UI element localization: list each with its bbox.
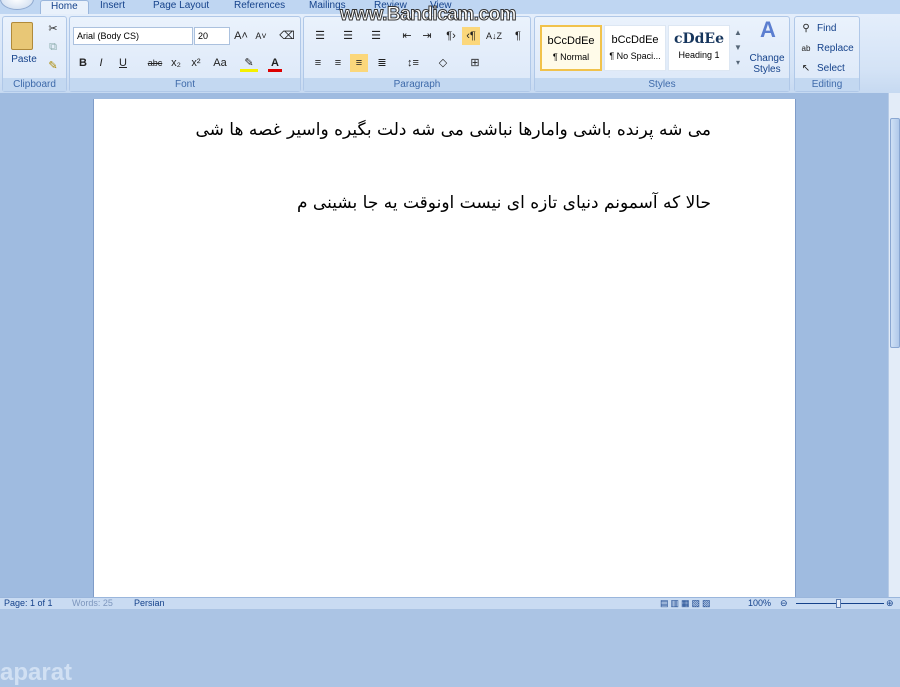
superscript-button[interactable]: x² — [188, 54, 204, 72]
paragraph-group: ☰ ☰ ☰ ⇤ ⇥ ¶› ‹¶ A↓Z ¶ ≡ ≡ ≡ ≣ ↕≡ ◇ ⊞ Par… — [303, 16, 531, 92]
clipboard-group: Paste ✂ ⧉ ✎ Clipboard — [2, 16, 67, 92]
tab-insert[interactable]: Insert — [100, 0, 125, 14]
style-preview: cDdEe — [673, 31, 725, 47]
aparat-watermark: aparat — [0, 659, 73, 686]
font-group: Arial (Body CS) 20 A˄ A˅ ⌫ B I U abc x₂ … — [69, 16, 301, 92]
cursor-icon: ↖ — [801, 63, 811, 74]
tab-page-layout[interactable]: Page Layout — [153, 0, 209, 14]
zoom-slider-thumb[interactable] — [836, 599, 841, 608]
styles-group: bCcDdEe ¶ Normal bCcDdEe ¶ No Spaci... cDd… — [534, 16, 790, 92]
justify-icon[interactable]: ≣ — [372, 54, 392, 72]
rtl-icon[interactable]: ‹¶ — [462, 27, 480, 45]
sort-button[interactable]: A↓Z — [484, 27, 504, 45]
scroll-thumb[interactable] — [890, 118, 900, 348]
replace-button[interactable]: Replace — [817, 40, 861, 58]
format-painter-icon[interactable]: ✎ — [45, 57, 61, 75]
strikethrough-button[interactable]: abc — [146, 54, 164, 72]
bandicam-watermark: www.Bandicam.com — [339, 4, 517, 26]
align-center-icon[interactable]: ≡ — [330, 54, 346, 72]
underline-button[interactable]: U — [116, 54, 130, 72]
style-preview: bCcDdEe — [547, 35, 595, 47]
language[interactable]: Persian — [134, 598, 165, 609]
decrease-indent-icon[interactable]: ⇤ — [398, 27, 416, 45]
change-styles-button[interactable]: Change Styles — [745, 53, 789, 77]
editing-group: Find Replace Select ⚲ ab ↖ Editing — [794, 16, 860, 92]
view-buttons-icon[interactable]: ▤▥▦▧▨ — [660, 598, 713, 609]
style-name: Heading 1 — [678, 50, 720, 60]
align-left-icon[interactable]: ≡ — [310, 54, 326, 72]
style-heading-1[interactable]: cDdEe Heading 1 — [668, 25, 730, 71]
borders-icon[interactable]: ⊞ — [464, 54, 486, 72]
style-normal[interactable]: bCcDdEe ¶ Normal — [540, 25, 602, 71]
grow-font-button[interactable]: A˄ — [234, 27, 248, 45]
multilevel-list-icon[interactable]: ☰ — [366, 27, 386, 45]
bullets-icon[interactable]: ☰ — [310, 27, 330, 45]
change-case-button[interactable]: Aa — [210, 54, 230, 72]
ltr-icon[interactable]: ¶› — [442, 27, 460, 45]
font-name-select[interactable]: Arial (Body CS) — [73, 27, 193, 45]
style-name: ¶ No Spaci... — [609, 51, 661, 61]
tab-references[interactable]: References — [234, 0, 285, 14]
page-count[interactable]: Page: 1 of 1 — [4, 598, 53, 609]
tab-home[interactable]: Home — [40, 0, 89, 14]
zoom-out-icon[interactable]: ⊖ — [780, 598, 788, 609]
style-preview: bCcDdEe — [611, 34, 659, 46]
clear-formatting-icon[interactable]: ⌫ — [278, 27, 296, 45]
paragraph[interactable]: می شه پرنده باشی وامارها نباشی می شه دلت… — [181, 115, 711, 145]
paragraph[interactable]: حالا که آسمونم دنیای تازه ای نیست اونوقت… — [151, 188, 711, 218]
styles-scroll[interactable]: ▲ ▼ ▾ — [733, 25, 743, 71]
change-styles-icon: A — [760, 17, 776, 42]
binoculars-icon: ⚲ — [802, 23, 810, 34]
select-button[interactable]: Select — [817, 60, 857, 78]
shrink-font-button[interactable]: A˅ — [254, 27, 268, 45]
status-bar: Page: 1 of 1 Words: 25 Persian ▤▥▦▧▨ 100… — [0, 597, 900, 609]
word-count[interactable]: Words: 25 — [72, 598, 113, 609]
zoom-level[interactable]: 100% — [748, 598, 771, 609]
document-page[interactable]: می شه پرنده باشی وامارها نباشی می شه دلت… — [93, 99, 796, 599]
find-button[interactable]: Find — [817, 20, 857, 38]
editing-label: Editing — [795, 78, 859, 91]
shading-icon[interactable]: ◇ — [432, 54, 454, 72]
font-size-select[interactable]: 20 — [194, 27, 230, 45]
office-button[interactable] — [0, 0, 34, 10]
cut-icon[interactable]: ✂ — [45, 20, 61, 38]
styles-label: Styles — [535, 78, 789, 91]
style-no-spacing[interactable]: bCcDdEe ¶ No Spaci... — [604, 25, 666, 71]
document-area: می شه پرنده باشی وامارها نباشی می شه دلت… — [0, 93, 888, 686]
style-name: ¶ Normal — [552, 52, 590, 62]
bold-button[interactable]: B — [76, 54, 90, 72]
clipboard-label: Clipboard — [3, 78, 66, 91]
vertical-scrollbar[interactable] — [888, 93, 900, 597]
show-formatting-button[interactable]: ¶ — [510, 27, 526, 45]
replace-icon: ab — [801, 44, 811, 53]
paragraph-label: Paragraph — [304, 78, 530, 91]
paste-icon — [11, 22, 33, 50]
paste-button[interactable]: Paste — [7, 51, 41, 69]
font-label: Font — [70, 78, 300, 91]
align-right-icon[interactable]: ≡ — [350, 54, 368, 72]
font-color-button[interactable]: A — [268, 54, 282, 72]
highlight-icon[interactable]: ✎ — [240, 54, 258, 72]
copy-icon[interactable]: ⧉ — [45, 38, 61, 56]
italic-button[interactable]: I — [94, 54, 108, 72]
numbering-icon[interactable]: ☰ — [338, 27, 358, 45]
subscript-button[interactable]: x₂ — [168, 54, 184, 72]
increase-indent-icon[interactable]: ⇥ — [418, 27, 436, 45]
line-spacing-icon[interactable]: ↕≡ — [402, 54, 424, 72]
zoom-in-icon[interactable]: ⊕ — [886, 598, 894, 609]
